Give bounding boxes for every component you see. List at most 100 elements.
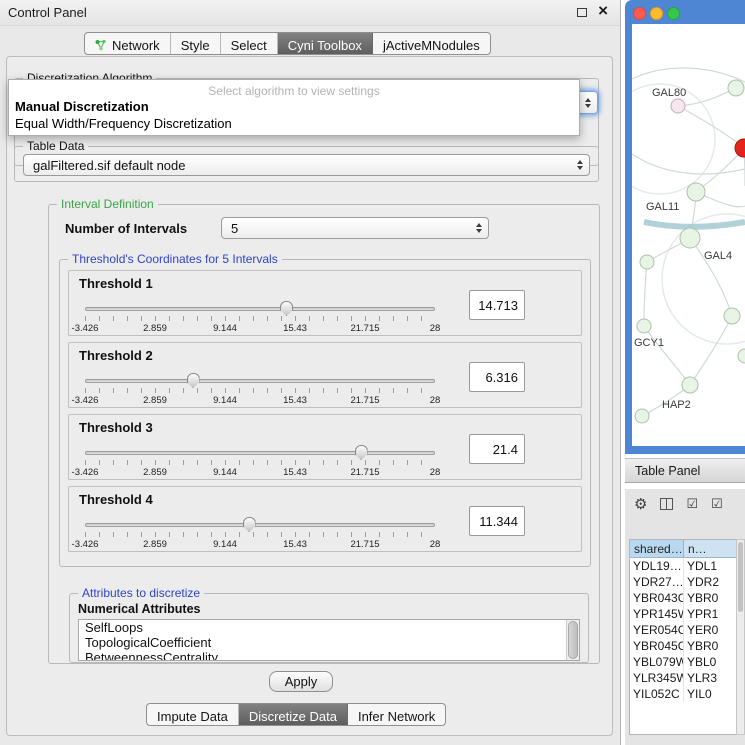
slider-tick-label: 28 [430,467,441,478]
cell-shared-name: YIL052C [630,686,684,702]
slider-tick-labels: -3.4262.8599.14415.4321.71528 [85,467,435,478]
threshold-value-field[interactable]: 14.713 [469,290,525,320]
table-row[interactable]: YDL19… YDL1 [630,558,736,574]
numerical-attributes-list[interactable]: SelfLoopsTopologicalCoefficientBetweenne… [78,619,580,661]
tab-cyni-toolbox[interactable]: Cyni Toolbox [278,33,373,54]
table-row[interactable]: YDR27… YDR2 [630,574,736,590]
popup-item-equal-width[interactable]: Equal Width/Frequency Discretization [9,115,579,132]
table-row[interactable]: YBR045C YBR0 [630,638,736,654]
bottom-tabstrip: Impute Data Discretize Data Infer Network [146,703,446,726]
table-panel-header[interactable]: Table Panel [625,458,745,483]
mac-zoom-icon[interactable] [667,7,680,20]
cell-shared-name: YBL079W [630,654,684,670]
apply-button[interactable]: Apply [269,671,333,692]
tab-label: Discretize Data [249,709,337,724]
list-item[interactable]: TopologicalCoefficient [79,635,579,650]
table-scrollbar[interactable] [736,539,745,735]
number-of-intervals-combobox[interactable]: 5 [221,217,489,239]
node [671,99,685,113]
attributes-group-title: Attributes to discretize [78,586,204,600]
threshold-block: Threshold 3 -3.4262.8599.14415.4321.7152… [68,414,582,480]
interval-definition-title: Interval Definition [57,197,158,211]
slider-thumb[interactable] [280,301,293,316]
node-label: GAL4 [704,250,732,262]
scrollbar-thumb[interactable] [738,542,743,612]
cell-name: YIL0 [684,686,736,702]
tab-select[interactable]: Select [221,33,278,54]
slider-ticks [85,460,435,465]
table-row[interactable]: YBL079W YBL0 [630,654,736,670]
table-row[interactable]: YBR043C YBR0 [630,590,736,606]
slider-track [85,523,435,527]
table-toolbar: ⚙ ☑ ☑ [625,489,745,519]
slider-tick-label: 15.43 [283,467,307,478]
slider-ticks [85,388,435,393]
close-icon[interactable]: × [598,1,608,21]
slider-tick-label: -3.426 [72,539,99,550]
columns-icon[interactable] [660,498,673,510]
mac-minimize-icon[interactable] [650,7,663,20]
threshold-slider[interactable]: -3.4262.8599.14415.4321.71528 [85,304,435,334]
table-row[interactable]: YIL052C YIL0 [630,686,736,702]
scrollbar-thumb[interactable] [568,621,578,659]
list-item[interactable]: SelfLoops [79,620,579,635]
threshold-slider[interactable]: -3.4262.8599.14415.4321.71528 [85,448,435,478]
combo-arrows-icon [476,223,482,233]
tab-impute-data[interactable]: Impute Data [147,704,239,725]
tab-discretize-data[interactable]: Discretize Data [239,704,348,725]
gear-icon[interactable]: ⚙ [634,495,647,513]
list-item[interactable]: BetweennessCentrality [79,650,579,661]
tab-label: Network [112,38,160,53]
slider-thumb[interactable] [243,517,256,532]
select-all-checkbox-icon[interactable]: ☑ [686,496,698,512]
threshold-value-field[interactable]: 21.4 [469,434,525,464]
tab-jactivemnodules[interactable]: jActiveMNodules [373,33,490,54]
list-scrollbar[interactable] [566,620,579,660]
table-row[interactable]: YER054C YER0 [630,622,736,638]
slider-ticks [85,532,435,537]
node-table: shared… n… YDL19… YDL1 YDR27… YDR2 YBR04… [629,539,737,735]
slider-track [85,307,435,311]
tab-infer-network[interactable]: Infer Network [348,704,445,725]
popup-item-manual-discretization[interactable]: Manual Discretization [9,98,579,115]
tab-label: Impute Data [157,709,228,724]
slider-tick-label: -3.426 [72,323,99,334]
table-row[interactable]: YPR145W YPR1 [630,606,736,622]
table-row[interactable]: YLR345W YLR3 [630,670,736,686]
tab-network[interactable]: Network [85,33,171,54]
select-column-checkbox-icon[interactable]: ☑ [711,496,723,512]
node [738,349,745,363]
column-header-name[interactable]: n… [684,540,736,557]
node-label: HAP2 [662,399,691,411]
table-data-combobox[interactable]: galFiltered.sif default node [23,154,590,176]
float-window-icon[interactable] [577,8,587,17]
node [680,228,700,248]
slider-tick-label: 9.144 [213,539,237,550]
tab-style[interactable]: Style [171,33,221,54]
slider-tick-label: 21.715 [350,539,379,550]
mac-close-icon[interactable] [633,7,646,20]
threshold-value-field[interactable]: 6.316 [469,362,525,392]
table-header-row: shared… n… [630,540,736,558]
threshold-slider[interactable]: -3.4262.8599.14415.4321.71528 [85,520,435,550]
slider-tick-label: 15.43 [283,395,307,406]
combo-arrows-icon [585,98,591,108]
threshold-slider[interactable]: -3.4262.8599.14415.4321.71528 [85,376,435,406]
threshold-label: Threshold 1 [79,276,153,291]
cell-name: YER0 [684,622,736,638]
column-header-shared-name[interactable]: shared… [630,540,684,557]
threshold-value-field[interactable]: 11.344 [469,506,525,536]
thresholds-group: Threshold's Coordinates for 5 Intervals … [59,259,591,567]
slider-tick-label: 21.715 [350,395,379,406]
control-panel-titlebar[interactable]: Control Panel × [0,0,620,26]
slider-tick-labels: -3.4262.8599.14415.4321.71528 [85,323,435,334]
node [724,308,740,324]
slider-thumb[interactable] [187,373,200,388]
slider-thumb[interactable] [355,445,368,460]
cell-shared-name: YDL19… [630,558,684,574]
tab-label: Infer Network [358,709,435,724]
threshold-block: Threshold 2 -3.4262.8599.14415.4321.7152… [68,342,582,408]
slider-tick-label: 2.859 [143,395,167,406]
network-canvas[interactable]: GAL80 GAL11 GAL4 GCY1 HAP2 [632,24,745,446]
cell-shared-name: YLR345W [630,670,684,686]
